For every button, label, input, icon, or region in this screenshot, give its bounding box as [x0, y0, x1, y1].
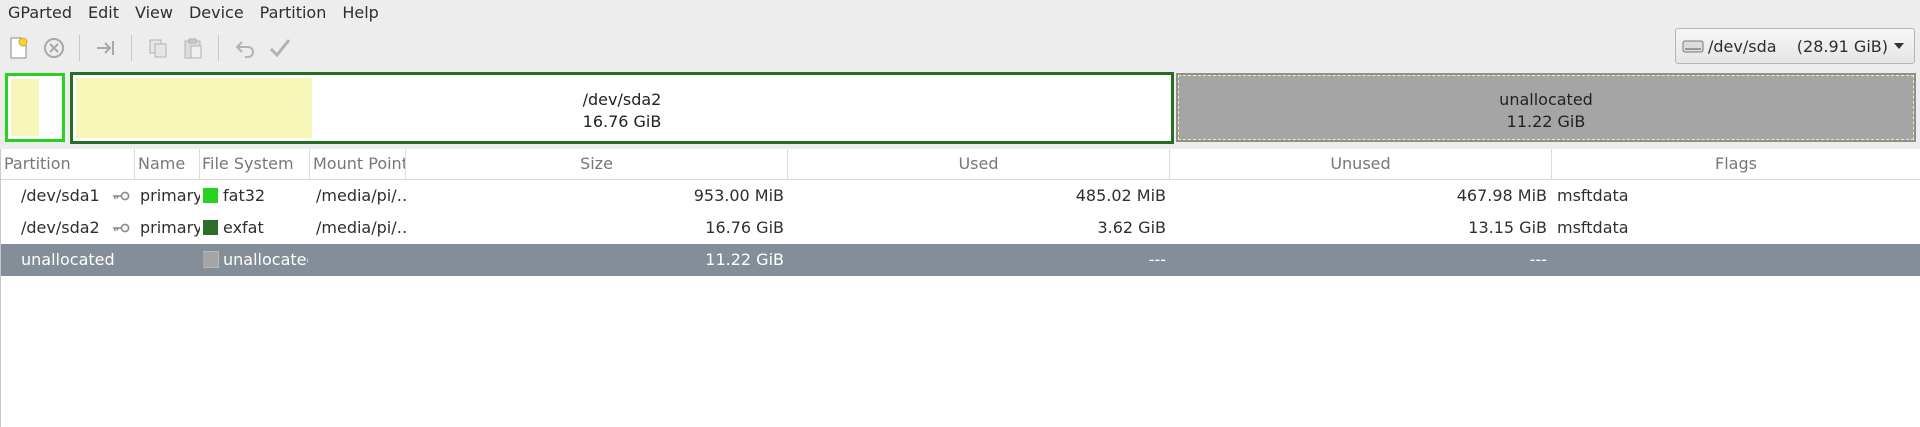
cell-filesystem: fat32 [203, 180, 308, 212]
partition-table: Partition Name File System Mount Point S… [0, 149, 1920, 427]
menu-help[interactable]: Help [334, 0, 386, 26]
segment-name: /dev/sda2 [582, 90, 662, 109]
cell-unused: --- [1529, 250, 1547, 269]
filesystem-color-swatch [203, 220, 218, 235]
cell-used: 3.62 GiB [1097, 218, 1166, 237]
delete-icon [44, 38, 64, 58]
chevron-down-icon [1894, 43, 1904, 49]
cell-unused: 13.15 GiB [1468, 218, 1547, 237]
menubar: GParted Edit View Device Partition Help [0, 0, 1920, 26]
table-header: Partition Name File System Mount Point S… [1, 149, 1920, 180]
gparted-window: GParted Edit View Device Partition Help [0, 0, 1920, 427]
column-header-unused[interactable]: Unused [1170, 149, 1552, 179]
menu-view[interactable]: View [127, 0, 181, 26]
cell-used: 485.02 MiB [1075, 186, 1166, 205]
cell-size: 11.22 GiB [705, 250, 784, 269]
resize-move-button[interactable] [91, 31, 121, 65]
paste-icon [184, 38, 202, 59]
cell-unused: 467.98 MiB [1456, 186, 1547, 205]
column-header-flags[interactable]: Flags [1552, 149, 1920, 179]
filesystem-name: fat32 [223, 186, 266, 205]
cell-size: 953.00 MiB [693, 186, 784, 205]
menu-device[interactable]: Device [181, 0, 252, 26]
cell-filesystem: unallocated [203, 244, 308, 276]
toolbar [0, 28, 1920, 68]
cell-used: --- [1148, 250, 1166, 269]
copy-icon [149, 39, 167, 58]
device-selector[interactable]: /dev/sda (28.91 GiB) [1675, 28, 1915, 64]
cell-name: primary [140, 218, 200, 237]
harddisk-icon [1682, 40, 1704, 53]
disk-segment-sda1[interactable] [5, 73, 65, 142]
table-row-selected[interactable]: unallocated unallocated 11.22 GiB --- --… [1, 244, 1920, 276]
segment-size: 11.22 GiB [1506, 112, 1586, 131]
undo-button[interactable] [230, 31, 260, 65]
disk-map: /dev/sda2 16.76 GiB unallocated 11.22 Gi… [0, 72, 1920, 144]
used-space-bar [11, 79, 39, 136]
column-header-mountpoint[interactable]: Mount Point [310, 149, 406, 179]
copy-button[interactable] [143, 31, 173, 65]
key-icon [113, 191, 130, 201]
device-path: /dev/sda [1708, 36, 1777, 56]
apply-button[interactable] [265, 31, 295, 65]
new-icon [10, 37, 28, 59]
device-size: (28.91 GiB) [1796, 36, 1888, 56]
cell-partition: /dev/sda1 [21, 186, 100, 205]
segment-label: /dev/sda2 16.76 GiB [73, 89, 1171, 133]
cell-partition: /dev/sda2 [21, 218, 100, 237]
cell-partition: unallocated [21, 250, 115, 269]
apply-icon [269, 39, 291, 58]
cell-filesystem: exfat [203, 212, 308, 244]
delete-partition-button[interactable] [39, 31, 69, 65]
filesystem-name: unallocated [223, 250, 308, 269]
segment-label: unallocated 11.22 GiB [1178, 89, 1914, 133]
cell-flags: msftdata [1557, 186, 1629, 205]
toolbar-separator [131, 35, 132, 61]
toolbar-separator [218, 35, 219, 61]
column-header-size[interactable]: Size [406, 149, 788, 179]
filesystem-color-swatch [203, 251, 219, 268]
column-header-partition[interactable]: Partition [1, 149, 135, 179]
table-row[interactable]: /dev/sda1 primary fat32 /media/pi/… 953.… [1, 180, 1920, 212]
menu-gparted[interactable]: GParted [0, 0, 80, 26]
menu-edit[interactable]: Edit [80, 0, 127, 26]
cell-mountpoint: /media/pi/… [316, 186, 406, 205]
disk-segment-unallocated[interactable]: unallocated 11.22 GiB [1176, 73, 1916, 142]
filesystem-color-swatch [203, 188, 218, 203]
column-header-filesystem[interactable]: File System [200, 149, 310, 179]
cell-size: 16.76 GiB [705, 218, 784, 237]
paste-button[interactable] [178, 31, 208, 65]
cell-flags: msftdata [1557, 218, 1629, 237]
cell-name: primary [140, 186, 200, 205]
resize-move-icon [97, 41, 114, 55]
segment-size: 16.76 GiB [582, 112, 662, 131]
undo-icon [235, 41, 254, 58]
menu-partition[interactable]: Partition [252, 0, 335, 26]
new-partition-button[interactable] [4, 31, 34, 65]
filesystem-name: exfat [223, 218, 264, 237]
toolbar-separator [79, 35, 80, 61]
segment-name: unallocated [1499, 90, 1593, 109]
table-row[interactable]: /dev/sda2 primary exfat /media/pi/… 16.7… [1, 212, 1920, 244]
disk-segment-sda2[interactable]: /dev/sda2 16.76 GiB [70, 72, 1174, 144]
key-icon [113, 223, 130, 233]
cell-mountpoint: /media/pi/… [316, 218, 406, 237]
column-header-name[interactable]: Name [135, 149, 200, 179]
column-header-used[interactable]: Used [788, 149, 1170, 179]
